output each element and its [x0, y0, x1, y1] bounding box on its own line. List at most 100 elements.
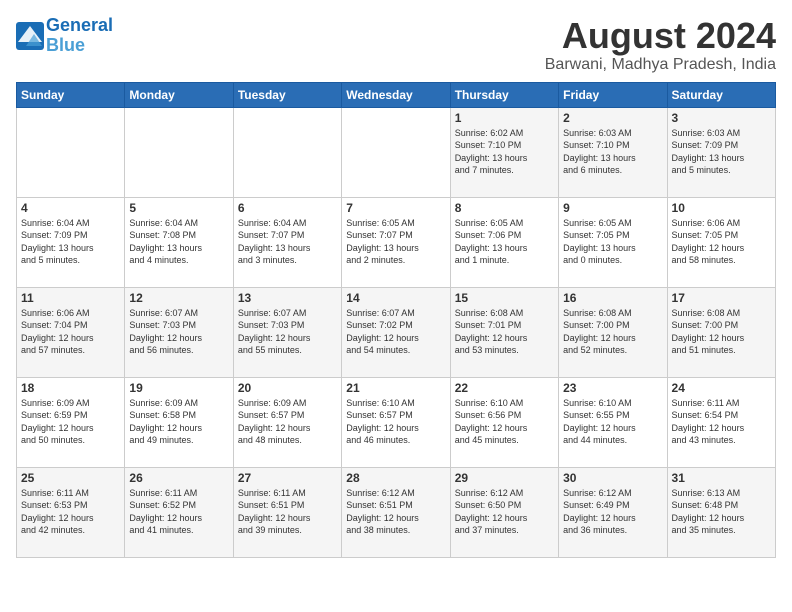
calendar-cell: 20 Sunrise: 6:09 AM Sunset: 6:57 PM Dayli… — [233, 377, 341, 467]
weekday-header-saturday: Saturday — [667, 82, 775, 107]
day-info: Sunrise: 6:07 AM Sunset: 7:03 PM Dayligh… — [238, 307, 337, 357]
day-info: Sunrise: 6:04 AM Sunset: 7:09 PM Dayligh… — [21, 217, 120, 267]
day-number: 25 — [21, 471, 120, 485]
calendar-cell: 21 Sunrise: 6:10 AM Sunset: 6:57 PM Dayli… — [342, 377, 450, 467]
day-info: Sunrise: 6:12 AM Sunset: 6:50 PM Dayligh… — [455, 487, 554, 537]
day-number: 12 — [129, 291, 228, 305]
calendar-cell: 26 Sunrise: 6:11 AM Sunset: 6:52 PM Dayli… — [125, 467, 233, 557]
week-row-1: 1 Sunrise: 6:02 AM Sunset: 7:10 PM Daylig… — [17, 107, 776, 197]
day-number: 24 — [672, 381, 771, 395]
day-number: 1 — [455, 111, 554, 125]
calendar-cell: 5Sunrise: 6:04 AM Sunset: 7:08 PM Daylig… — [125, 197, 233, 287]
day-info: Sunrise: 6:09 AM Sunset: 6:57 PM Dayligh… — [238, 397, 337, 447]
page-header: General Blue August 2024 Barwani, Madhya… — [16, 16, 776, 74]
weekday-header-thursday: Thursday — [450, 82, 558, 107]
calendar-cell: 3 Sunrise: 6:03 AM Sunset: 7:09 PM Daylig… — [667, 107, 775, 197]
month-year: August 2024 — [545, 16, 776, 56]
calendar-cell: 24 Sunrise: 6:11 AM Sunset: 6:54 PM Dayli… — [667, 377, 775, 467]
day-number: 14 — [346, 291, 445, 305]
day-number: 13 — [238, 291, 337, 305]
logo-text: General Blue — [46, 16, 113, 56]
calendar-cell: 10 Sunrise: 6:06 AM Sunset: 7:05 PM Dayli… — [667, 197, 775, 287]
calendar-cell: 12 Sunrise: 6:07 AM Sunset: 7:03 PM Dayli… — [125, 287, 233, 377]
day-number: 11 — [21, 291, 120, 305]
calendar-cell: 11Sunrise: 6:06 AM Sunset: 7:04 PM Dayli… — [17, 287, 125, 377]
calendar-cell: 27 Sunrise: 6:11 AM Sunset: 6:51 PM Dayli… — [233, 467, 341, 557]
calendar-cell — [342, 107, 450, 197]
calendar-cell: 9 Sunrise: 6:05 AM Sunset: 7:05 PM Daylig… — [559, 197, 667, 287]
day-info: Sunrise: 6:10 AM Sunset: 6:55 PM Dayligh… — [563, 397, 662, 447]
day-number: 23 — [563, 381, 662, 395]
calendar-table: SundayMondayTuesdayWednesdayThursdayFrid… — [16, 82, 776, 558]
logo: General Blue — [16, 16, 113, 56]
calendar-cell: 6Sunrise: 6:04 AM Sunset: 7:07 PM Daylig… — [233, 197, 341, 287]
day-number: 9 — [563, 201, 662, 215]
week-row-5: 25 Sunrise: 6:11 AM Sunset: 6:53 PM Dayli… — [17, 467, 776, 557]
calendar-cell: 28 Sunrise: 6:12 AM Sunset: 6:51 PM Dayli… — [342, 467, 450, 557]
day-number: 4 — [21, 201, 120, 215]
day-number: 28 — [346, 471, 445, 485]
calendar-cell: 2 Sunrise: 6:03 AM Sunset: 7:10 PM Daylig… — [559, 107, 667, 197]
day-info: Sunrise: 6:13 AM Sunset: 6:48 PM Dayligh… — [672, 487, 771, 537]
day-info: Sunrise: 6:08 AM Sunset: 7:01 PM Dayligh… — [455, 307, 554, 357]
calendar-cell: 30Sunrise: 6:12 AM Sunset: 6:49 PM Dayli… — [559, 467, 667, 557]
week-row-4: 18Sunrise: 6:09 AM Sunset: 6:59 PM Dayli… — [17, 377, 776, 467]
day-number: 2 — [563, 111, 662, 125]
day-info: Sunrise: 6:11 AM Sunset: 6:53 PM Dayligh… — [21, 487, 120, 537]
calendar-cell: 17 Sunrise: 6:08 AM Sunset: 7:00 PM Dayli… — [667, 287, 775, 377]
day-info: Sunrise: 6:12 AM Sunset: 6:49 PM Dayligh… — [563, 487, 662, 537]
weekday-header-row: SundayMondayTuesdayWednesdayThursdayFrid… — [17, 82, 776, 107]
day-info: Sunrise: 6:04 AM Sunset: 7:07 PM Dayligh… — [238, 217, 337, 267]
day-number: 10 — [672, 201, 771, 215]
day-number: 20 — [238, 381, 337, 395]
calendar-cell: 23 Sunrise: 6:10 AM Sunset: 6:55 PM Dayli… — [559, 377, 667, 467]
day-number: 22 — [455, 381, 554, 395]
day-info: Sunrise: 6:07 AM Sunset: 7:03 PM Dayligh… — [129, 307, 228, 357]
day-number: 26 — [129, 471, 228, 485]
calendar-cell — [17, 107, 125, 197]
week-row-3: 11Sunrise: 6:06 AM Sunset: 7:04 PM Dayli… — [17, 287, 776, 377]
day-info: Sunrise: 6:05 AM Sunset: 7:05 PM Dayligh… — [563, 217, 662, 267]
logo-icon — [16, 22, 44, 50]
calendar-cell: 29 Sunrise: 6:12 AM Sunset: 6:50 PM Dayli… — [450, 467, 558, 557]
day-info: Sunrise: 6:10 AM Sunset: 6:57 PM Dayligh… — [346, 397, 445, 447]
calendar-cell: 1 Sunrise: 6:02 AM Sunset: 7:10 PM Daylig… — [450, 107, 558, 197]
day-number: 3 — [672, 111, 771, 125]
day-number: 31 — [672, 471, 771, 485]
day-number: 27 — [238, 471, 337, 485]
weekday-header-sunday: Sunday — [17, 82, 125, 107]
weekday-header-friday: Friday — [559, 82, 667, 107]
weekday-header-wednesday: Wednesday — [342, 82, 450, 107]
calendar-cell: 16 Sunrise: 6:08 AM Sunset: 7:00 PM Dayli… — [559, 287, 667, 377]
day-info: Sunrise: 6:03 AM Sunset: 7:10 PM Dayligh… — [563, 127, 662, 177]
day-info: Sunrise: 6:11 AM Sunset: 6:52 PM Dayligh… — [129, 487, 228, 537]
location: Barwani, Madhya Pradesh, India — [545, 56, 776, 74]
title-block: August 2024 Barwani, Madhya Pradesh, Ind… — [545, 16, 776, 74]
calendar-cell: 7Sunrise: 6:05 AM Sunset: 7:07 PM Daylig… — [342, 197, 450, 287]
day-number: 29 — [455, 471, 554, 485]
day-number: 21 — [346, 381, 445, 395]
calendar-cell: 18Sunrise: 6:09 AM Sunset: 6:59 PM Dayli… — [17, 377, 125, 467]
day-number: 18 — [21, 381, 120, 395]
day-number: 19 — [129, 381, 228, 395]
day-info: Sunrise: 6:11 AM Sunset: 6:54 PM Dayligh… — [672, 397, 771, 447]
weekday-header-monday: Monday — [125, 82, 233, 107]
day-number: 7 — [346, 201, 445, 215]
calendar-cell: 8Sunrise: 6:05 AM Sunset: 7:06 PM Daylig… — [450, 197, 558, 287]
day-info: Sunrise: 6:03 AM Sunset: 7:09 PM Dayligh… — [672, 127, 771, 177]
day-number: 16 — [563, 291, 662, 305]
day-info: Sunrise: 6:08 AM Sunset: 7:00 PM Dayligh… — [672, 307, 771, 357]
day-number: 15 — [455, 291, 554, 305]
day-info: Sunrise: 6:02 AM Sunset: 7:10 PM Dayligh… — [455, 127, 554, 177]
day-info: Sunrise: 6:06 AM Sunset: 7:05 PM Dayligh… — [672, 217, 771, 267]
calendar-cell: 4 Sunrise: 6:04 AM Sunset: 7:09 PM Daylig… — [17, 197, 125, 287]
calendar-cell: 15 Sunrise: 6:08 AM Sunset: 7:01 PM Dayli… — [450, 287, 558, 377]
day-info: Sunrise: 6:11 AM Sunset: 6:51 PM Dayligh… — [238, 487, 337, 537]
day-info: Sunrise: 6:08 AM Sunset: 7:00 PM Dayligh… — [563, 307, 662, 357]
day-number: 5 — [129, 201, 228, 215]
day-info: Sunrise: 6:12 AM Sunset: 6:51 PM Dayligh… — [346, 487, 445, 537]
calendar-cell: 22 Sunrise: 6:10 AM Sunset: 6:56 PM Dayli… — [450, 377, 558, 467]
day-info: Sunrise: 6:10 AM Sunset: 6:56 PM Dayligh… — [455, 397, 554, 447]
day-number: 17 — [672, 291, 771, 305]
calendar-cell: 19Sunrise: 6:09 AM Sunset: 6:58 PM Dayli… — [125, 377, 233, 467]
